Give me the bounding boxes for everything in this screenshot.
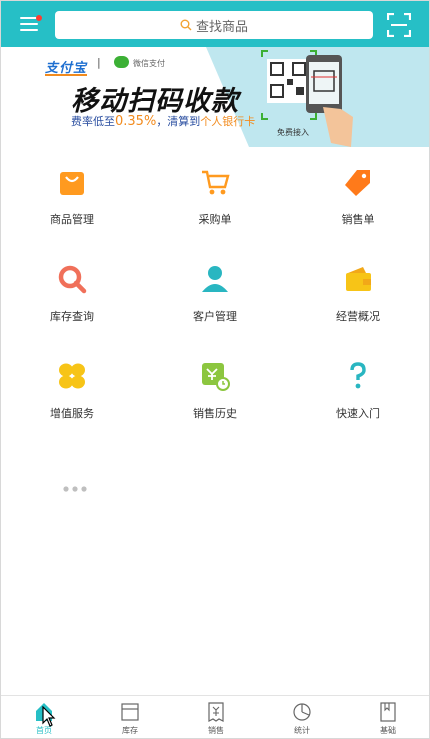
grid-item-value-added-services[interactable]: 增值服务 <box>1 341 143 437</box>
tab-label: 基础 <box>380 726 396 735</box>
person-icon <box>202 266 228 292</box>
grid-item-label: 商品管理 <box>50 213 94 226</box>
free-access-label: 免费接入 <box>277 128 309 137</box>
more-dots-icon[interactable] <box>63 485 87 493</box>
grid-item-business-overview[interactable]: 经营概况 <box>287 244 429 340</box>
subtitle-prefix: 费率低至 <box>71 115 115 128</box>
grid-item-label: 库存查询 <box>50 310 94 323</box>
notification-dot <box>36 15 42 21</box>
banner-subtitle: 费率低至0.35%，清算到个人银行卡 <box>71 113 255 129</box>
grid-item-label: 经营概况 <box>336 310 380 323</box>
grid-item-quick-start[interactable]: 快速入门 <box>287 341 429 437</box>
app-frame: 查找商品 支付宝 | 微信支付 移动扫码收款 费率低至0.35%，清算到个人银行… <box>0 0 430 739</box>
grid-item-label: 客户管理 <box>193 310 237 323</box>
wechat-pay-label: 微信支付 <box>133 59 165 68</box>
price-tag-icon <box>345 170 370 196</box>
tab-label: 销售 <box>208 726 224 735</box>
book-icon <box>380 702 396 722</box>
brand-separator: | <box>97 56 101 69</box>
mouse-cursor-icon <box>42 706 56 727</box>
search-input[interactable]: 查找商品 <box>55 11 373 39</box>
alipay-underline <box>45 74 87 76</box>
grid-item-inventory-query[interactable]: 库存查询 <box>1 244 143 340</box>
grid-item-customer-management[interactable]: 客户管理 <box>144 244 286 340</box>
tab-statistics[interactable]: 统计 <box>259 696 345 738</box>
top-bar: 查找商品 <box>1 1 429 47</box>
promo-banner[interactable]: 支付宝 | 微信支付 移动扫码收款 费率低至0.35%，清算到个人银行卡 免费接… <box>1 47 429 147</box>
shopping-cart-icon <box>202 170 230 195</box>
inventory-search-icon <box>58 265 87 294</box>
search-placeholder: 查找商品 <box>195 19 248 35</box>
grid-item-label: 采购单 <box>198 213 232 226</box>
subtitle-middle: ，清算到 <box>156 115 201 128</box>
tab-label: 统计 <box>294 726 310 735</box>
grid-item-label: 销售单 <box>341 213 375 226</box>
fee-rate: 0.35% <box>115 114 157 129</box>
grid-item-purchase-order[interactable]: 采购单 <box>144 147 286 243</box>
sales-history-icon <box>202 363 230 391</box>
bank-card-text: 个人银行卡 <box>200 115 256 128</box>
wallet-icon <box>346 267 371 291</box>
sales-receipt-icon <box>208 702 224 722</box>
grid-item-sales-history[interactable]: 销售历史 <box>144 341 286 437</box>
tab-basics[interactable]: 基础 <box>345 696 429 738</box>
scan-icon[interactable] <box>387 13 411 37</box>
search-icon <box>180 19 192 31</box>
grid-item-sales-order[interactable]: 销售单 <box>287 147 429 243</box>
shopping-bag-icon <box>60 172 84 195</box>
bottom-nav: 首页 库存 销售 统计 基础 <box>1 695 429 738</box>
tab-label: 库存 <box>122 726 138 735</box>
question-mark-icon <box>350 362 366 389</box>
grid-item-label: 增值服务 <box>50 407 94 420</box>
grid-item-product-management[interactable]: 商品管理 <box>1 147 143 243</box>
menu-icon[interactable] <box>17 12 43 36</box>
grid-item-label: 销售历史 <box>193 407 237 420</box>
pie-chart-icon <box>293 703 311 721</box>
tab-inventory[interactable]: 库存 <box>87 696 173 738</box>
wechat-pay-icon <box>114 56 129 68</box>
tab-sales[interactable]: 销售 <box>173 696 259 738</box>
inventory-box-icon <box>121 703 139 721</box>
grid-item-label: 快速入门 <box>336 407 380 420</box>
clover-icon <box>59 363 85 389</box>
